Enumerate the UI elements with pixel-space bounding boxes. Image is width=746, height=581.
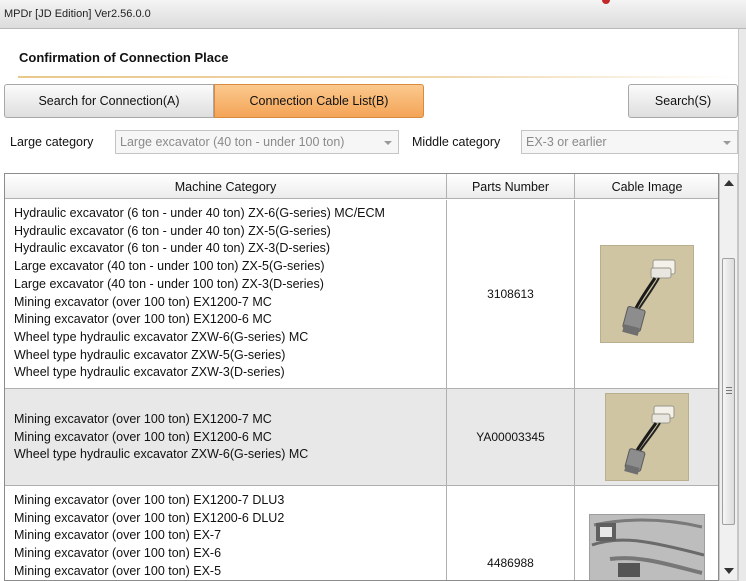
tab-search-for-connection[interactable]: Search for Connection(A) bbox=[4, 84, 214, 118]
machine-line: Wheel type hydraulic excavator ZXW-3(D-s… bbox=[14, 365, 285, 380]
machine-line: Wheel type hydraulic excavator ZXW-6(G-s… bbox=[14, 447, 309, 462]
machine-line: Mining excavator (over 100 ton) EX1200-7… bbox=[14, 412, 272, 426]
machine-line: Mining excavator (over 100 ton) EX1200-6… bbox=[14, 312, 272, 327]
middle-category-select[interactable]: EX-3 or earlier bbox=[521, 130, 738, 154]
table-row[interactable]: Hydraulic excavator (6 ton - under 40 to… bbox=[5, 200, 718, 389]
table-row[interactable]: Mining excavator (over 100 ton) EX1200-7… bbox=[5, 389, 718, 486]
heading-divider bbox=[18, 76, 736, 78]
table-row[interactable]: Mining excavator (over 100 ton) EX1200-7… bbox=[5, 486, 718, 580]
machine-line: Wheel type hydraulic excavator ZXW-5(G-s… bbox=[14, 347, 286, 362]
cable-image-cell bbox=[575, 486, 718, 580]
close-icon[interactable] bbox=[602, 0, 610, 4]
grip-icon bbox=[726, 393, 732, 394]
machine-line: Mining excavator (over 100 ton) EX-7 bbox=[14, 528, 222, 543]
chevron-down-icon bbox=[723, 141, 731, 145]
machine-line: Mining excavator (over 100 ton) EX1200-6… bbox=[14, 510, 285, 525]
machine-line: Hydraulic excavator (6 ton - under 40 to… bbox=[14, 241, 331, 256]
window-titlebar: MPDr [JD Edition] Ver2.56.0.0 bbox=[0, 0, 746, 29]
parts-number: 4486988 bbox=[487, 556, 534, 570]
cable-image[interactable] bbox=[589, 514, 705, 580]
machine-line: Hydraulic excavator (6 ton - under 40 to… bbox=[14, 223, 331, 238]
grip-icon bbox=[726, 387, 732, 388]
machine-category-cell: Hydraulic excavator (6 ton - under 40 to… bbox=[5, 200, 447, 388]
large-category-select[interactable]: Large excavator (40 ton - under 100 ton) bbox=[115, 130, 399, 154]
large-category-label: Large category bbox=[10, 135, 94, 149]
page-title: Confirmation of Connection Place bbox=[19, 50, 229, 65]
search-button[interactable]: Search(S) bbox=[628, 84, 738, 118]
scroll-up-icon[interactable] bbox=[724, 180, 734, 186]
parts-number-cell: 4486988 bbox=[447, 486, 575, 580]
large-category-value: Large excavator (40 ton - under 100 ton) bbox=[120, 135, 345, 149]
cable-icon bbox=[622, 259, 676, 336]
cable-list-table: Machine Category Parts Number Cable Imag… bbox=[4, 173, 719, 581]
middle-category-value: EX-3 or earlier bbox=[526, 135, 607, 149]
machine-line: Wheel type hydraulic excavator ZXW-6(G-s… bbox=[14, 329, 309, 344]
machine-line: Mining excavator (over 100 ton) EX1200-7… bbox=[14, 294, 272, 309]
cable-image-cell bbox=[575, 389, 718, 485]
window-title: MPDr [JD Edition] Ver2.56.0.0 bbox=[4, 8, 151, 20]
cable-image-cell bbox=[575, 200, 718, 388]
column-header-parts-number[interactable]: Parts Number bbox=[447, 174, 575, 199]
machine-category-cell: Mining excavator (over 100 ton) EX1200-7… bbox=[5, 486, 447, 580]
grip-icon bbox=[726, 390, 732, 391]
parts-number-cell: 3108613 bbox=[447, 200, 575, 388]
machine-line: Mining excavator (over 100 ton) EX1200-6… bbox=[14, 429, 272, 444]
window-edge bbox=[738, 29, 746, 581]
middle-category-label: Middle category bbox=[412, 135, 501, 149]
chevron-down-icon bbox=[384, 141, 392, 145]
machine-line: Large excavator (40 ton - under 100 ton)… bbox=[14, 259, 325, 274]
scrollbar-thumb[interactable] bbox=[722, 258, 735, 525]
machine-line: Mining excavator (over 100 ton) EX-5 bbox=[14, 563, 222, 578]
table-header: Machine Category Parts Number Cable Imag… bbox=[5, 174, 718, 199]
machine-category-cell: Mining excavator (over 100 ton) EX1200-7… bbox=[5, 389, 447, 485]
scroll-down-icon[interactable] bbox=[724, 568, 734, 574]
machine-line: Hydraulic excavator (6 ton - under 40 to… bbox=[14, 206, 385, 220]
machine-line: Large excavator (40 ton - under 100 ton)… bbox=[14, 276, 324, 291]
machine-line: Mining excavator (over 100 ton) EX1200-7… bbox=[14, 493, 285, 507]
cable-icon bbox=[590, 515, 704, 580]
cable-image[interactable] bbox=[605, 393, 689, 481]
machine-line: Mining excavator (over 100 ton) EX-6 bbox=[14, 546, 222, 561]
column-header-cable-image[interactable]: Cable Image bbox=[575, 174, 718, 199]
cable-icon bbox=[624, 405, 675, 475]
vertical-scrollbar[interactable] bbox=[719, 173, 738, 581]
tab-connection-cable-list[interactable]: Connection Cable List(B) bbox=[214, 84, 424, 118]
cable-image[interactable] bbox=[600, 245, 694, 343]
parts-number-cell: YA00003345 bbox=[447, 389, 575, 485]
column-header-machine-category[interactable]: Machine Category bbox=[5, 174, 447, 199]
